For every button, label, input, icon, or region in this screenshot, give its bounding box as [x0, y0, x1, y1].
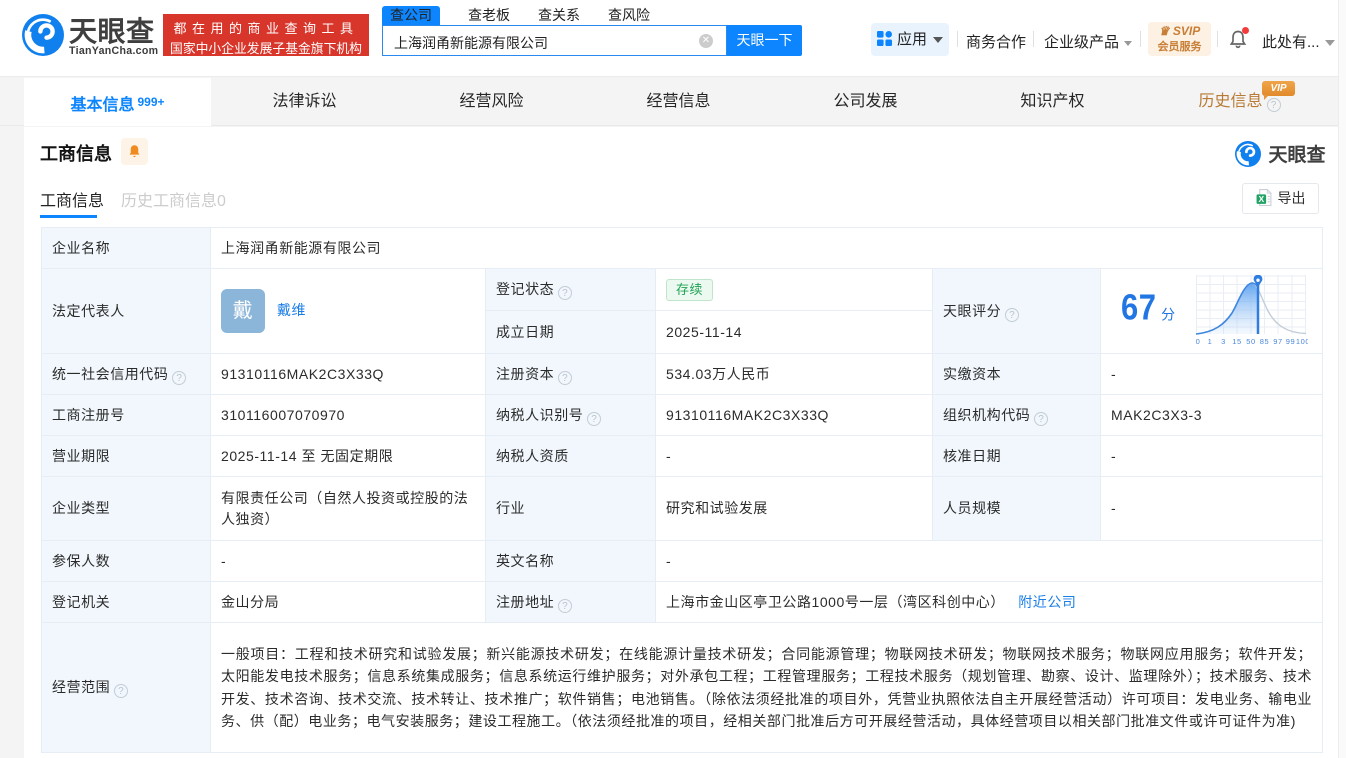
svg-text:97: 97	[1273, 337, 1282, 346]
svg-text:15: 15	[1232, 337, 1241, 346]
svg-text:3: 3	[1221, 337, 1226, 346]
svg-text:99: 99	[1286, 337, 1295, 346]
svg-text:85: 85	[1260, 337, 1269, 346]
svg-text:X: X	[1258, 194, 1264, 204]
svg-text:0: 0	[1196, 337, 1200, 346]
svg-text:100: 100	[1296, 337, 1308, 346]
svg-text:1: 1	[1208, 337, 1213, 346]
svg-text:50: 50	[1246, 337, 1255, 346]
